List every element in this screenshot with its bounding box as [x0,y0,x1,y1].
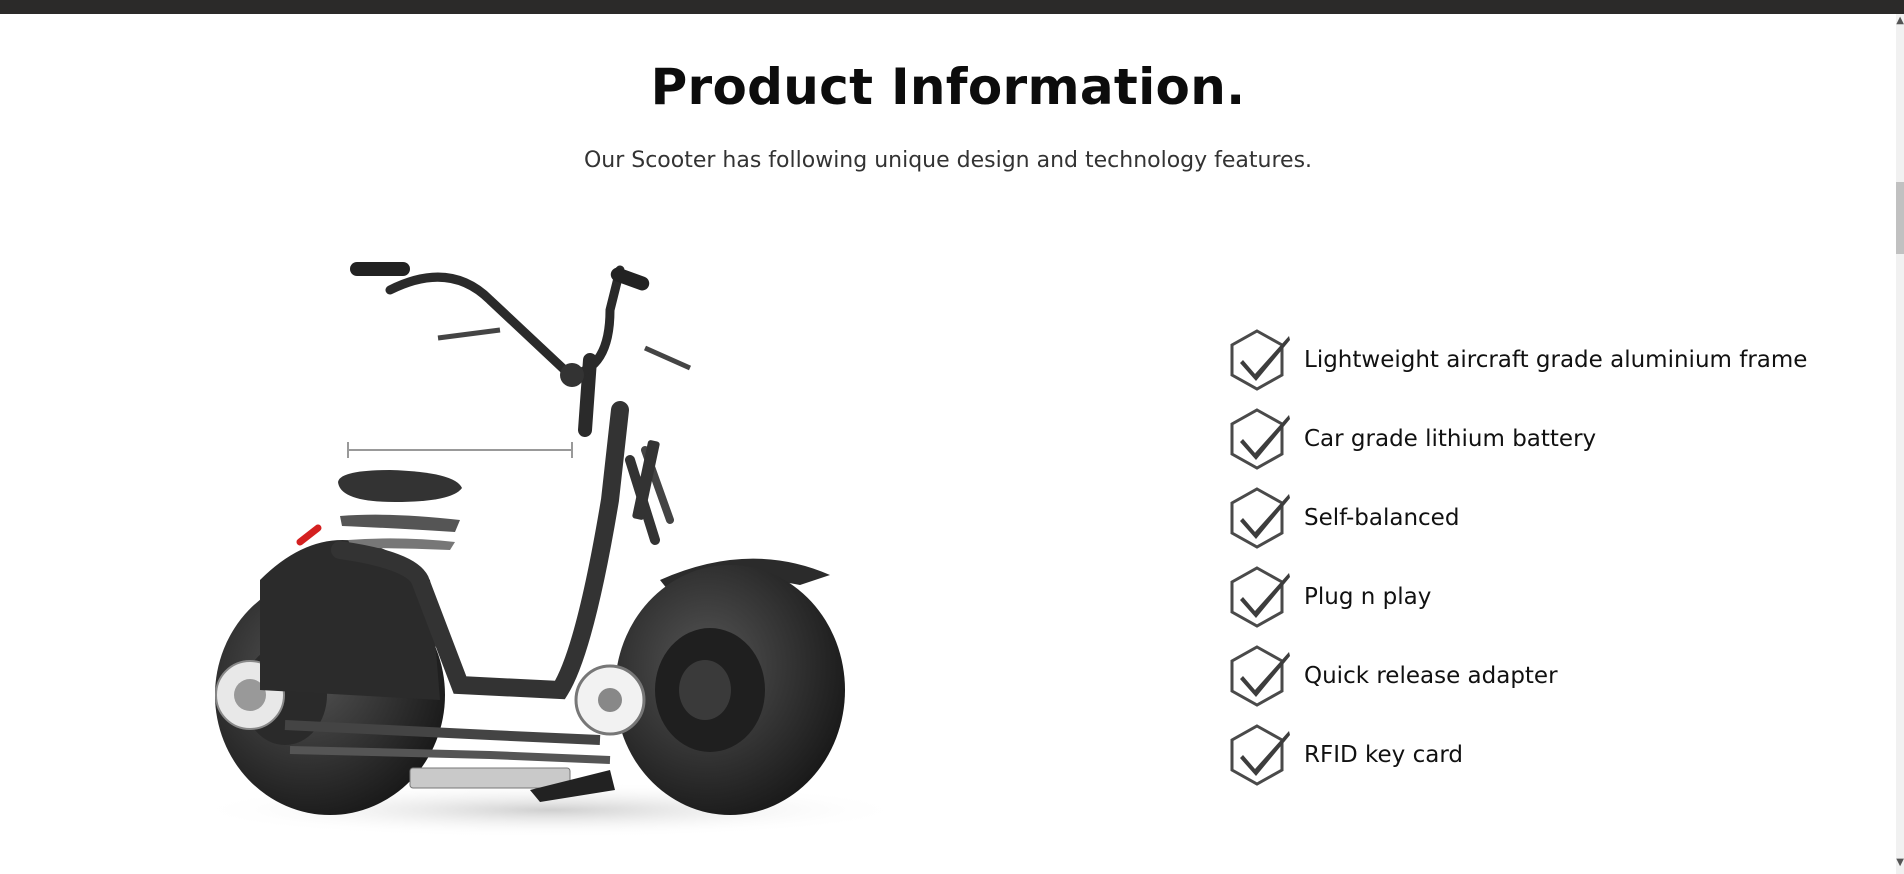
feature-label: Quick release adapter [1304,662,1558,689]
scooter-image [190,262,910,838]
feature-item-self-balanced: Self-balanced [1228,478,1868,557]
hexagon-check-icon [1230,486,1290,549]
section-title: Product Information. [650,58,1246,116]
top-navigation-bar [0,0,1904,14]
hexagon-check-icon [1230,644,1290,707]
vertical-scrollbar[interactable] [1896,14,1904,874]
hexagon-check-icon [1230,723,1290,786]
hexagon-check-icon [1230,565,1290,628]
section-subtitle: Our Scooter has following unique design … [583,148,1313,173]
feature-label: Lightweight aircraft grade aluminium fra… [1304,346,1808,373]
feature-label: Car grade lithium battery [1304,425,1597,452]
feature-item-lithium-battery: Car grade lithium battery [1228,399,1868,478]
feature-item-rfid-key-card: RFID key card [1228,715,1868,794]
feature-label: Plug n play [1304,583,1432,610]
hexagon-check-icon [1230,407,1290,470]
feature-label: Self-balanced [1304,504,1460,531]
feature-item-aluminium-frame: Lightweight aircraft grade aluminium fra… [1228,320,1868,399]
feature-list: Lightweight aircraft grade aluminium fra… [1228,320,1868,794]
scroll-down-arrow-icon[interactable]: ▼ [1896,858,1904,868]
feature-item-quick-release-adapter: Quick release adapter [1228,636,1868,715]
scrollbar-thumb[interactable] [1896,182,1904,254]
scroll-up-arrow-icon[interactable]: ▲ [1896,16,1904,26]
hexagon-check-icon [1230,328,1290,391]
feature-item-plug-n-play: Plug n play [1228,557,1868,636]
feature-label: RFID key card [1304,741,1463,768]
